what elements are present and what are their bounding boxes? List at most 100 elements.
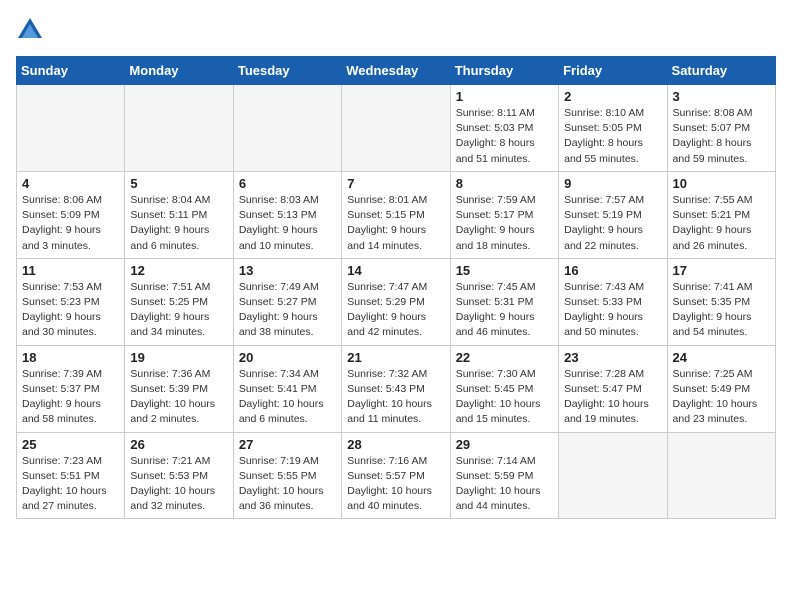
calendar-cell: 24 Sunrise: 7:25 AMSunset: 5:49 PMDayligh…	[667, 345, 775, 432]
day-number: 11	[22, 263, 119, 278]
day-number: 12	[130, 263, 227, 278]
day-number: 3	[673, 89, 770, 104]
header-sunday: Sunday	[17, 57, 125, 85]
day-number: 8	[456, 176, 553, 191]
day-number: 4	[22, 176, 119, 191]
day-info: Sunrise: 8:06 AMSunset: 5:09 PMDaylight:…	[22, 193, 119, 254]
header-wednesday: Wednesday	[342, 57, 450, 85]
day-number: 15	[456, 263, 553, 278]
day-number: 21	[347, 350, 444, 365]
calendar-cell: 2 Sunrise: 8:10 AMSunset: 5:05 PMDaylight…	[559, 85, 667, 172]
day-info: Sunrise: 7:59 AMSunset: 5:17 PMDaylight:…	[456, 193, 553, 254]
calendar-cell	[559, 432, 667, 519]
page-header	[16, 16, 776, 44]
calendar-table: SundayMondayTuesdayWednesdayThursdayFrid…	[16, 56, 776, 519]
header-friday: Friday	[559, 57, 667, 85]
calendar-cell	[342, 85, 450, 172]
day-info: Sunrise: 7:45 AMSunset: 5:31 PMDaylight:…	[456, 280, 553, 341]
day-number: 19	[130, 350, 227, 365]
calendar-cell: 28 Sunrise: 7:16 AMSunset: 5:57 PMDayligh…	[342, 432, 450, 519]
calendar-header-row: SundayMondayTuesdayWednesdayThursdayFrid…	[17, 57, 776, 85]
day-number: 16	[564, 263, 661, 278]
day-info: Sunrise: 7:55 AMSunset: 5:21 PMDaylight:…	[673, 193, 770, 254]
calendar-cell: 5 Sunrise: 8:04 AMSunset: 5:11 PMDaylight…	[125, 171, 233, 258]
day-number: 17	[673, 263, 770, 278]
calendar-cell: 23 Sunrise: 7:28 AMSunset: 5:47 PMDayligh…	[559, 345, 667, 432]
calendar-cell	[125, 85, 233, 172]
header-thursday: Thursday	[450, 57, 558, 85]
day-number: 7	[347, 176, 444, 191]
calendar-cell: 17 Sunrise: 7:41 AMSunset: 5:35 PMDayligh…	[667, 258, 775, 345]
header-tuesday: Tuesday	[233, 57, 341, 85]
calendar-cell: 25 Sunrise: 7:23 AMSunset: 5:51 PMDayligh…	[17, 432, 125, 519]
day-info: Sunrise: 7:53 AMSunset: 5:23 PMDaylight:…	[22, 280, 119, 341]
day-info: Sunrise: 7:21 AMSunset: 5:53 PMDaylight:…	[130, 454, 227, 515]
day-number: 1	[456, 89, 553, 104]
day-number: 13	[239, 263, 336, 278]
day-info: Sunrise: 7:30 AMSunset: 5:45 PMDaylight:…	[456, 367, 553, 428]
day-number: 26	[130, 437, 227, 452]
calendar-cell: 8 Sunrise: 7:59 AMSunset: 5:17 PMDaylight…	[450, 171, 558, 258]
calendar-cell: 12 Sunrise: 7:51 AMSunset: 5:25 PMDayligh…	[125, 258, 233, 345]
day-info: Sunrise: 7:36 AMSunset: 5:39 PMDaylight:…	[130, 367, 227, 428]
logo-icon	[16, 16, 44, 44]
header-saturday: Saturday	[667, 57, 775, 85]
day-number: 14	[347, 263, 444, 278]
day-number: 2	[564, 89, 661, 104]
week-row-5: 25 Sunrise: 7:23 AMSunset: 5:51 PMDayligh…	[17, 432, 776, 519]
calendar-cell: 13 Sunrise: 7:49 AMSunset: 5:27 PMDayligh…	[233, 258, 341, 345]
calendar-cell: 29 Sunrise: 7:14 AMSunset: 5:59 PMDayligh…	[450, 432, 558, 519]
day-number: 9	[564, 176, 661, 191]
day-info: Sunrise: 8:08 AMSunset: 5:07 PMDaylight:…	[673, 106, 770, 167]
calendar-cell: 9Sunrise: 7:57 AMSunset: 5:19 PMDaylight…	[559, 171, 667, 258]
calendar-cell: 6 Sunrise: 8:03 AMSunset: 5:13 PMDaylight…	[233, 171, 341, 258]
calendar-cell: 10Sunrise: 7:55 AMSunset: 5:21 PMDayligh…	[667, 171, 775, 258]
day-number: 18	[22, 350, 119, 365]
day-info: Sunrise: 7:14 AMSunset: 5:59 PMDaylight:…	[456, 454, 553, 515]
day-info: Sunrise: 7:49 AMSunset: 5:27 PMDaylight:…	[239, 280, 336, 341]
calendar-cell: 22 Sunrise: 7:30 AMSunset: 5:45 PMDayligh…	[450, 345, 558, 432]
calendar-cell: 7Sunrise: 8:01 AMSunset: 5:15 PMDaylight…	[342, 171, 450, 258]
day-number: 25	[22, 437, 119, 452]
day-number: 20	[239, 350, 336, 365]
week-row-1: 1Sunrise: 8:11 AMSunset: 5:03 PMDaylight…	[17, 85, 776, 172]
day-number: 29	[456, 437, 553, 452]
day-number: 24	[673, 350, 770, 365]
day-info: Sunrise: 8:04 AMSunset: 5:11 PMDaylight:…	[130, 193, 227, 254]
calendar-cell: 1Sunrise: 8:11 AMSunset: 5:03 PMDaylight…	[450, 85, 558, 172]
day-info: Sunrise: 7:51 AMSunset: 5:25 PMDaylight:…	[130, 280, 227, 341]
calendar-cell	[17, 85, 125, 172]
day-info: Sunrise: 7:16 AMSunset: 5:57 PMDaylight:…	[347, 454, 444, 515]
day-info: Sunrise: 7:28 AMSunset: 5:47 PMDaylight:…	[564, 367, 661, 428]
day-info: Sunrise: 7:41 AMSunset: 5:35 PMDaylight:…	[673, 280, 770, 341]
day-number: 6	[239, 176, 336, 191]
week-row-3: 11 Sunrise: 7:53 AMSunset: 5:23 PMDayligh…	[17, 258, 776, 345]
calendar-cell	[667, 432, 775, 519]
calendar-cell: 16Sunrise: 7:43 AMSunset: 5:33 PMDayligh…	[559, 258, 667, 345]
day-number: 22	[456, 350, 553, 365]
calendar-cell: 27 Sunrise: 7:19 AMSunset: 5:55 PMDayligh…	[233, 432, 341, 519]
calendar-cell: 11 Sunrise: 7:53 AMSunset: 5:23 PMDayligh…	[17, 258, 125, 345]
day-info: Sunrise: 7:25 AMSunset: 5:49 PMDaylight:…	[673, 367, 770, 428]
day-number: 23	[564, 350, 661, 365]
day-number: 5	[130, 176, 227, 191]
day-info: Sunrise: 7:19 AMSunset: 5:55 PMDaylight:…	[239, 454, 336, 515]
day-info: Sunrise: 7:32 AMSunset: 5:43 PMDaylight:…	[347, 367, 444, 428]
calendar-cell	[233, 85, 341, 172]
calendar-cell: 3 Sunrise: 8:08 AMSunset: 5:07 PMDaylight…	[667, 85, 775, 172]
calendar-cell: 19 Sunrise: 7:36 AMSunset: 5:39 PMDayligh…	[125, 345, 233, 432]
day-number: 27	[239, 437, 336, 452]
day-info: Sunrise: 7:34 AMSunset: 5:41 PMDaylight:…	[239, 367, 336, 428]
logo	[16, 16, 48, 44]
calendar-cell: 20 Sunrise: 7:34 AMSunset: 5:41 PMDayligh…	[233, 345, 341, 432]
calendar-cell: 18 Sunrise: 7:39 AMSunset: 5:37 PMDayligh…	[17, 345, 125, 432]
day-info: Sunrise: 7:47 AMSunset: 5:29 PMDaylight:…	[347, 280, 444, 341]
calendar-cell: 4 Sunrise: 8:06 AMSunset: 5:09 PMDaylight…	[17, 171, 125, 258]
day-info: Sunrise: 8:03 AMSunset: 5:13 PMDaylight:…	[239, 193, 336, 254]
day-info: Sunrise: 7:39 AMSunset: 5:37 PMDaylight:…	[22, 367, 119, 428]
day-info: Sunrise: 8:10 AMSunset: 5:05 PMDaylight:…	[564, 106, 661, 167]
day-info: Sunrise: 7:23 AMSunset: 5:51 PMDaylight:…	[22, 454, 119, 515]
day-number: 28	[347, 437, 444, 452]
calendar-cell: 15 Sunrise: 7:45 AMSunset: 5:31 PMDayligh…	[450, 258, 558, 345]
calendar-cell: 21 Sunrise: 7:32 AMSunset: 5:43 PMDayligh…	[342, 345, 450, 432]
